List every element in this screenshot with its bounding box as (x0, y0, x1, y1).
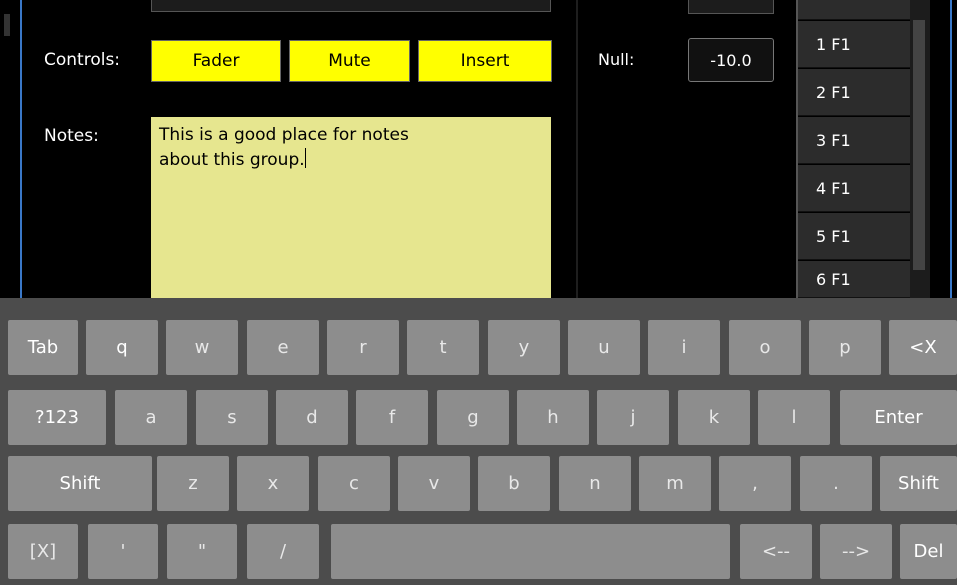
list-item[interactable]: 1 F1 (798, 21, 910, 68)
left-divider (20, 0, 22, 298)
key-j[interactable]: j (597, 390, 669, 445)
key-p[interactable]: p (809, 320, 881, 375)
notes-text: This is a good place for notes about thi… (159, 125, 409, 170)
list-item[interactable]: 6 F1 (798, 261, 910, 298)
key-apostrophe[interactable]: ' (88, 524, 158, 579)
group-settings-panel: Controls: Fader Mute Insert Notes: This … (0, 0, 957, 298)
key-c[interactable]: c (318, 456, 390, 511)
key-n[interactable]: n (559, 456, 631, 511)
key-h[interactable]: h (517, 390, 589, 445)
key-e[interactable]: e (247, 320, 319, 375)
key-f[interactable]: f (356, 390, 428, 445)
controls-label: Controls: (44, 50, 121, 70)
key-shift-left[interactable]: Shift (8, 456, 152, 511)
key-slash[interactable]: / (247, 524, 319, 579)
key-symbols[interactable]: ?123 (8, 390, 106, 445)
list-item[interactable]: 2 F1 (798, 69, 910, 116)
list-item[interactable]: 5 F1 (798, 213, 910, 260)
key-b[interactable]: b (478, 456, 550, 511)
right-divider (950, 0, 952, 298)
list-item[interactable]: 4 F1 (798, 165, 910, 212)
insert-button[interactable]: Insert (418, 40, 552, 82)
key-a[interactable]: a (115, 390, 187, 445)
section-divider (576, 0, 578, 298)
scrollbar-thumb[interactable] (913, 20, 925, 270)
null-value-field[interactable]: -10.0 (688, 38, 774, 82)
key-i[interactable]: i (648, 320, 720, 375)
previous-field (151, 0, 551, 12)
key-quote[interactable]: " (167, 524, 237, 579)
key-period[interactable]: . (800, 456, 872, 511)
key-d[interactable]: d (276, 390, 348, 445)
key-cursor-right[interactable]: --> (820, 524, 892, 579)
list-item[interactable]: 3 F1 (798, 117, 910, 164)
key-delete[interactable]: Del (900, 524, 957, 579)
key-cursor-left[interactable]: <-- (740, 524, 812, 579)
key-o[interactable]: o (729, 320, 801, 375)
key-enter[interactable]: Enter (840, 390, 957, 445)
key-u[interactable]: u (568, 320, 640, 375)
mute-button[interactable]: Mute (289, 40, 410, 82)
notes-label: Notes: (44, 126, 99, 146)
key-g[interactable]: g (437, 390, 509, 445)
text-caret (304, 148, 306, 168)
key-space[interactable] (331, 524, 730, 579)
key-m[interactable]: m (639, 456, 711, 511)
null-label: Null: (598, 50, 635, 69)
list-scrollbar[interactable] (910, 0, 930, 298)
list-item-partial (798, 0, 910, 20)
key-s[interactable]: s (196, 390, 268, 445)
key-r[interactable]: r (327, 320, 399, 375)
key-close-keyboard[interactable]: [X] (8, 524, 78, 579)
key-k[interactable]: k (678, 390, 750, 445)
key-tab[interactable]: Tab (8, 320, 78, 375)
key-comma[interactable]: , (719, 456, 791, 511)
key-w[interactable]: w (166, 320, 238, 375)
key-backspace[interactable]: <X (889, 320, 957, 375)
key-l[interactable]: l (758, 390, 830, 445)
previous-value-box (688, 0, 774, 14)
fader-button[interactable]: Fader (151, 40, 281, 82)
key-z[interactable]: z (157, 456, 229, 511)
key-v[interactable]: v (398, 456, 470, 511)
key-q[interactable]: q (86, 320, 158, 375)
key-y[interactable]: y (488, 320, 560, 375)
notes-textarea[interactable]: This is a good place for notes about thi… (151, 117, 551, 298)
edge-grip (4, 14, 10, 36)
key-shift-right[interactable]: Shift (880, 456, 957, 511)
on-screen-keyboard: Tab q w e r t y u i o p <X ?123 a s d f … (0, 298, 957, 585)
key-t[interactable]: t (407, 320, 479, 375)
key-x[interactable]: x (237, 456, 309, 511)
